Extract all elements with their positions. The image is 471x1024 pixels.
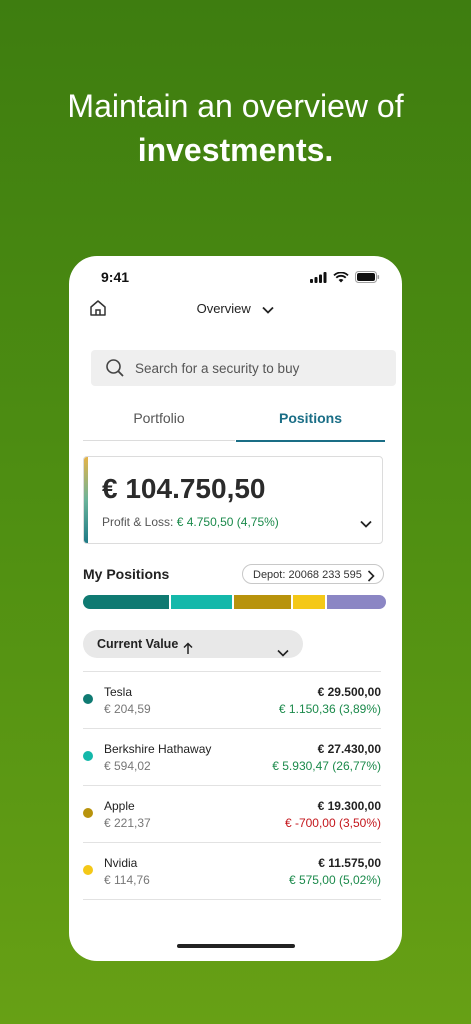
headline-line-2: investments. xyxy=(137,132,334,168)
sort-label: Current Value xyxy=(97,637,179,651)
expand-chevron-icon[interactable] xyxy=(360,515,372,533)
search-bar[interactable] xyxy=(91,350,396,386)
position-name: Apple xyxy=(104,799,135,813)
overview-dropdown[interactable]: Overview xyxy=(69,301,402,317)
allocation-segment xyxy=(326,595,386,609)
allocation-segment xyxy=(170,595,233,609)
position-row-tesla[interactable]: Tesla € 204,59 € 29.500,00 € 1.150,36 (3… xyxy=(83,671,381,728)
search-input[interactable] xyxy=(133,359,387,377)
arrow-up-icon xyxy=(183,637,193,665)
profit-loss-value: € 4.750,50 (4,75%) xyxy=(176,515,279,529)
profit-loss-label: Profit & Loss: xyxy=(102,515,174,529)
position-value: € 11.575,00 xyxy=(318,856,381,870)
depot-selector[interactable]: Depot: 20068 233 595 xyxy=(242,564,384,584)
position-price: € 114,76 xyxy=(104,873,150,887)
battery-icon xyxy=(355,271,380,283)
signal-icon xyxy=(310,271,327,283)
overview-title: Overview xyxy=(196,301,251,316)
position-color-dot xyxy=(83,751,93,761)
position-price: € 221,37 xyxy=(104,816,151,830)
position-change: € 5.930,47 (26,77%) xyxy=(272,759,381,773)
position-row-nvidia[interactable]: Nvidia € 114,76 € 11.575,00 € 575,00 (5,… xyxy=(83,842,381,900)
position-row-apple[interactable]: Apple € 221,37 € 19.300,00 € -700,00 (3,… xyxy=(83,785,381,842)
position-name: Tesla xyxy=(104,685,133,699)
tab-portfolio[interactable]: Portfolio xyxy=(83,400,235,441)
position-change: € 1.150,36 (3,89%) xyxy=(278,702,381,716)
tabs: Portfolio Positions xyxy=(83,400,385,442)
position-name: Nvidia xyxy=(104,856,138,870)
chevron-right-icon xyxy=(367,569,375,589)
allocation-bar xyxy=(83,595,386,609)
headline-line-1: Maintain an overview of xyxy=(67,88,404,124)
status-icons xyxy=(310,271,380,283)
tab-positions[interactable]: Positions xyxy=(236,400,385,442)
allocation-segment xyxy=(234,595,291,609)
status-time: 9:41 xyxy=(101,269,130,285)
phone-screen: 9:41 Overview Search for a security to b… xyxy=(69,256,402,961)
position-price: € 594,02 xyxy=(104,759,151,773)
position-name: Berkshire Hathaway xyxy=(104,742,212,756)
position-value: € 27.430,00 xyxy=(317,742,381,756)
home-indicator xyxy=(177,944,295,948)
wifi-icon xyxy=(333,271,349,282)
position-color-dot xyxy=(83,865,93,875)
position-change: € 575,00 (5,02%) xyxy=(288,873,381,887)
my-positions-title: My Positions xyxy=(83,566,170,582)
profit-loss: Profit & Loss: € 4.750,50 (4,75%) xyxy=(102,515,279,529)
position-color-dot xyxy=(83,694,93,704)
chevron-down-icon xyxy=(277,639,289,667)
card-accent-stripe xyxy=(84,457,88,543)
position-row-berkshire-hathaway[interactable]: Berkshire Hathaway € 594,02 € 27.430,00 … xyxy=(83,728,381,785)
chevron-down-icon xyxy=(262,302,275,317)
portfolio-value-card[interactable]: € 104.750,50 Profit & Loss: € 4.750,50 (… xyxy=(83,456,383,544)
position-color-dot xyxy=(83,808,93,818)
position-price: € 204,59 xyxy=(104,702,151,716)
position-value: € 29.500,00 xyxy=(317,685,381,699)
depot-label: Depot: 20068 233 595 xyxy=(253,569,362,581)
position-value: € 19.300,00 xyxy=(317,799,381,813)
allocation-segment xyxy=(292,595,325,609)
sort-dropdown[interactable]: Current Value xyxy=(83,630,303,658)
allocation-segment xyxy=(83,595,169,609)
headline: Maintain an overview of investments. xyxy=(0,84,471,172)
total-value: € 104.750,50 xyxy=(102,473,266,504)
position-change: € -700,00 (3,50%) xyxy=(284,816,381,830)
search-icon xyxy=(106,359,124,377)
positions-list: Tesla € 204,59 € 29.500,00 € 1.150,36 (3… xyxy=(83,671,381,900)
